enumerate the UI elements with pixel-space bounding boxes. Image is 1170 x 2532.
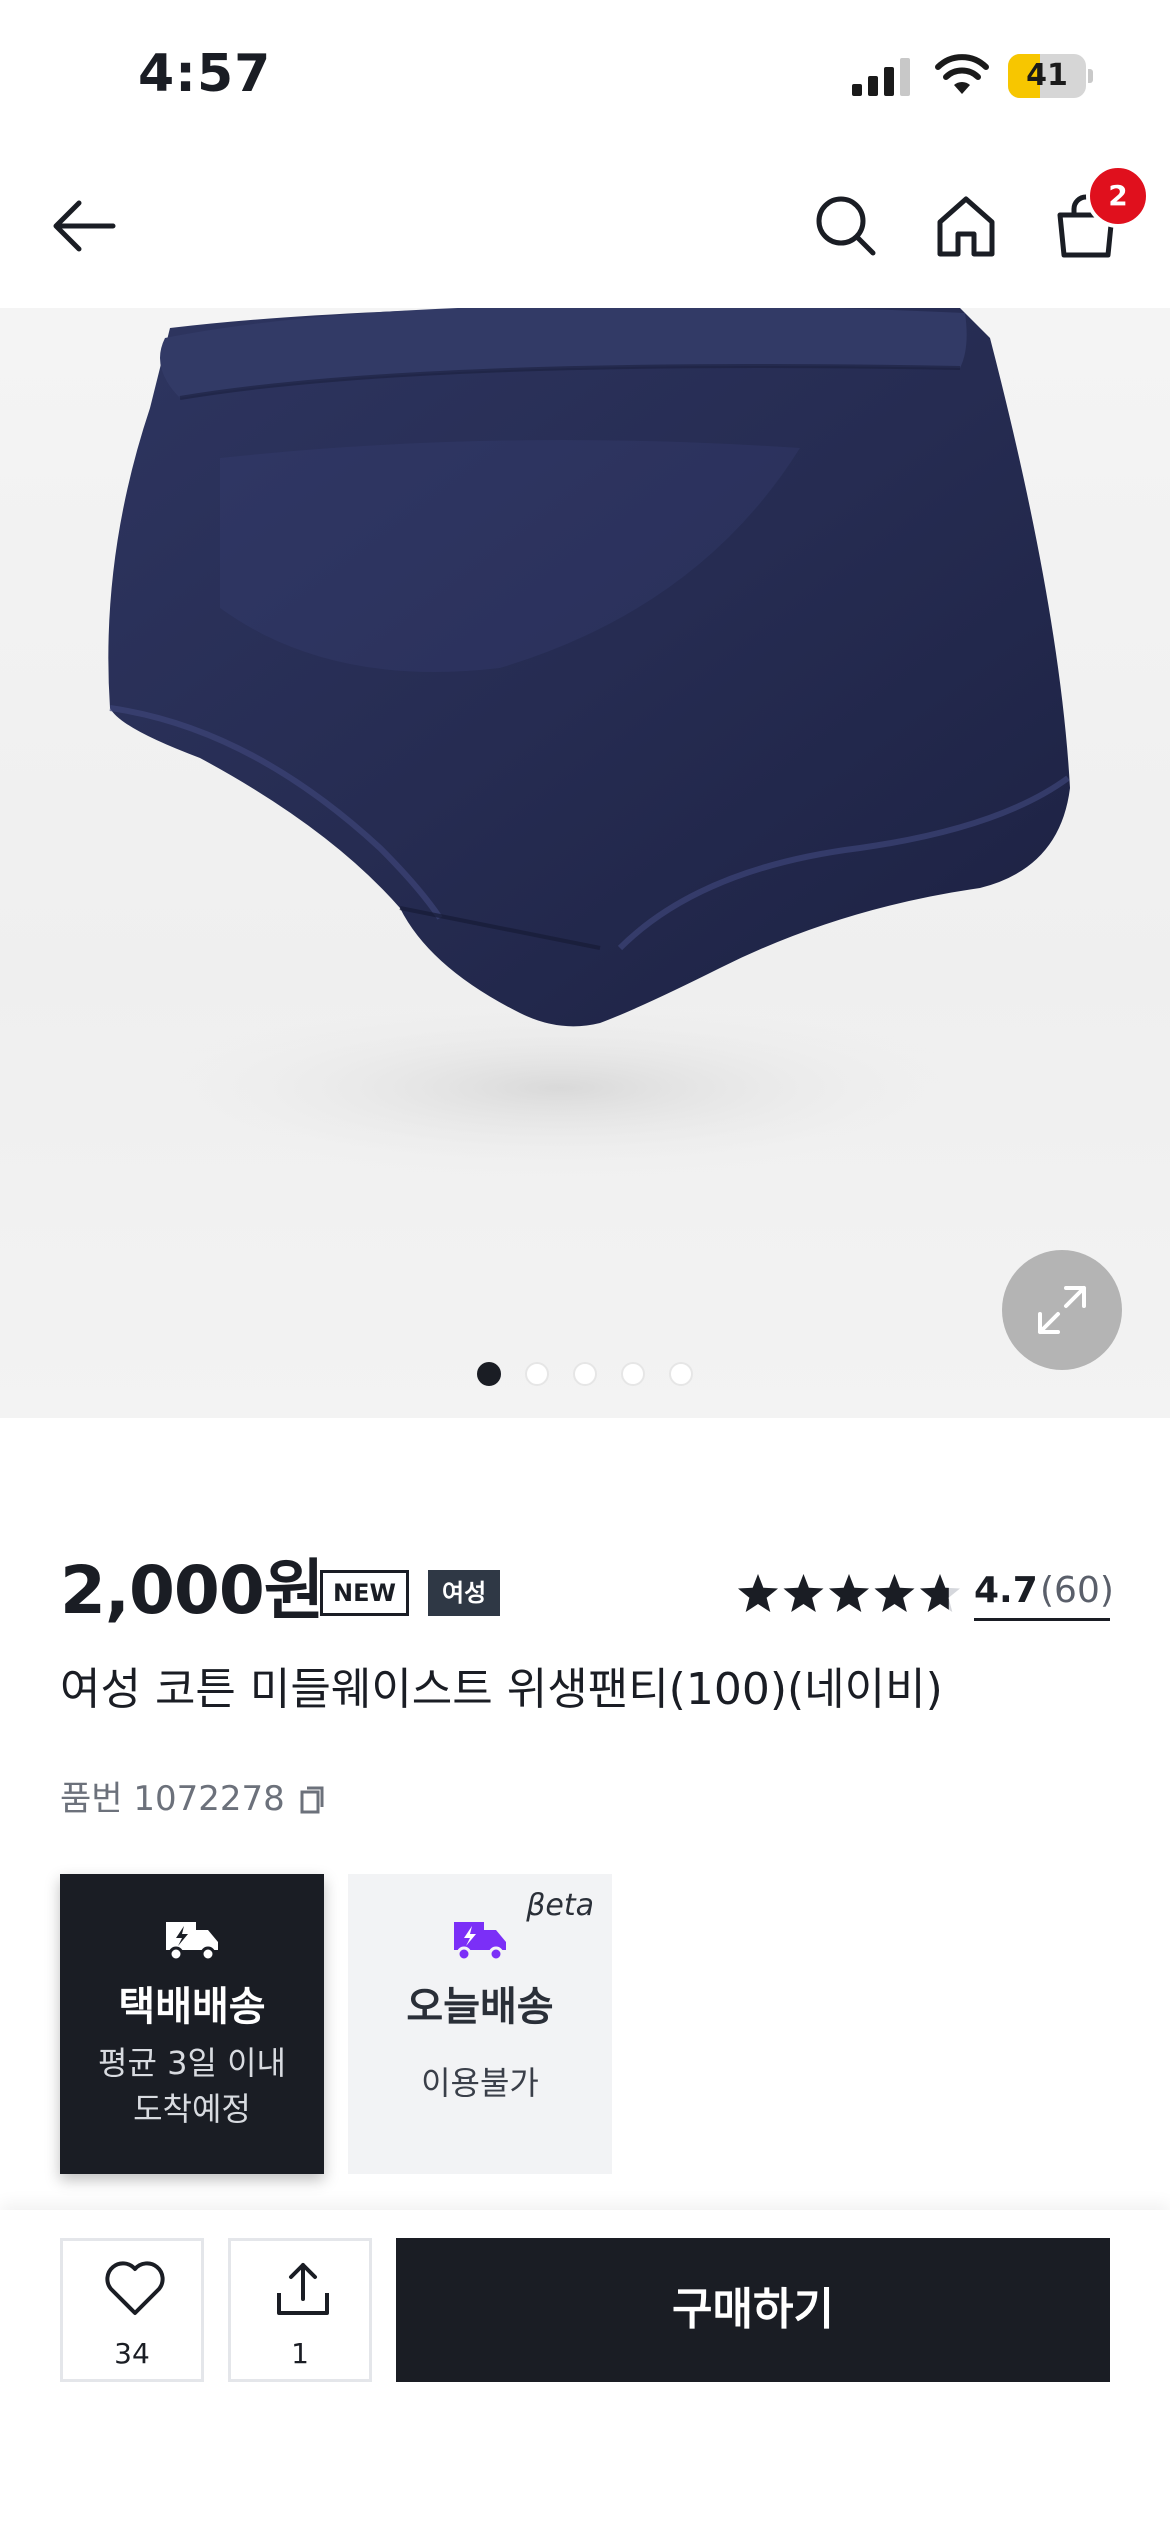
zoom-button[interactable] [1002,1250,1122,1370]
star-filled [829,1574,869,1612]
back-arrow-icon [53,200,116,252]
expand-icon [1038,1286,1086,1334]
same-day-delivery-title: 오늘배송 [406,1984,554,2030]
same-day-truck-icon [454,1922,506,1962]
cart-count-badge: 2 [1086,164,1150,228]
search-button[interactable] [798,178,894,274]
home-button[interactable] [918,178,1014,274]
product-price: 2,000원 [60,1552,324,1629]
share-button[interactable]: 1 [228,2238,372,2382]
cellular-signal-icon [852,58,910,96]
battery-percent: 41 [1026,58,1068,93]
parcel-delivery-arrival: 도착예정 [133,2090,251,2128]
product-image-gallery[interactable] [0,308,1170,1418]
product-code-label: 품번 1072278 [60,1779,285,1819]
product-photo [108,308,1070,1178]
bottom-action-bar: 34 1 구매하기 [0,2210,1170,2532]
back-button[interactable] [36,178,132,274]
gallery-pagination[interactable] [0,1362,1170,1390]
like-count: 34 [114,2337,150,2370]
wifi-icon [935,54,989,94]
gallery-dot[interactable] [477,1362,501,1386]
product-name: 여성 코튼 미들웨이스트 위생팬티(100)(네이비) [60,1664,943,1715]
gallery-dot[interactable] [621,1362,645,1386]
like-button[interactable]: 34 [60,2238,204,2382]
rating-summary[interactable]: 4.7 (60) [736,1564,1114,1624]
star-filled [738,1574,778,1612]
same-day-delivery-status: 이용불가 [421,2064,539,2102]
parcel-delivery-option[interactable]: 택배배송 평균 3일 이내 도착예정 [60,1874,324,2174]
status-time: 4:57 [138,44,272,104]
star-filled [874,1574,915,1612]
gallery-dot[interactable] [669,1362,693,1386]
top-nav: 2 [0,150,1170,308]
parcel-delivery-eta: 평균 3일 이내 [98,2044,286,2082]
gallery-dot[interactable] [573,1362,597,1386]
rating-link-underline [974,1618,1110,1621]
copy-icon[interactable] [293,1782,327,1816]
same-day-delivery-option[interactable]: βeta 오늘배송 이용불가 [348,1874,612,2174]
share-count: 1 [291,2337,309,2370]
rating-count: (60) [1040,1570,1114,1611]
search-icon [816,196,876,256]
status-bar: 4:57 41 [0,0,1170,150]
parcel-delivery-title: 택배배송 [118,1984,266,2030]
star-filled [783,1574,824,1612]
parcel-delivery-subtitle: 평균 3일 이내 도착예정 [60,2040,324,2132]
heart-icon [105,2261,165,2315]
battery-indicator: 41 [1008,54,1093,98]
gallery-dot[interactable] [525,1362,549,1386]
price-row: 2,000원 NEW 여성 4.7 (60) [60,1548,1114,1638]
gender-tag: 여성 [428,1570,501,1616]
beta-badge: βeta [526,1888,594,1923]
home-icon [937,196,995,257]
rating-stars-icon [738,1574,960,1612]
rating-value: 4.7 [974,1570,1038,1611]
delivery-truck-icon [166,1922,218,1962]
buy-button[interactable]: 구매하기 [396,2238,1110,2382]
product-code: 품번 1072278 [60,1776,327,1822]
share-icon [277,2263,329,2315]
new-tag: NEW [320,1570,409,1616]
